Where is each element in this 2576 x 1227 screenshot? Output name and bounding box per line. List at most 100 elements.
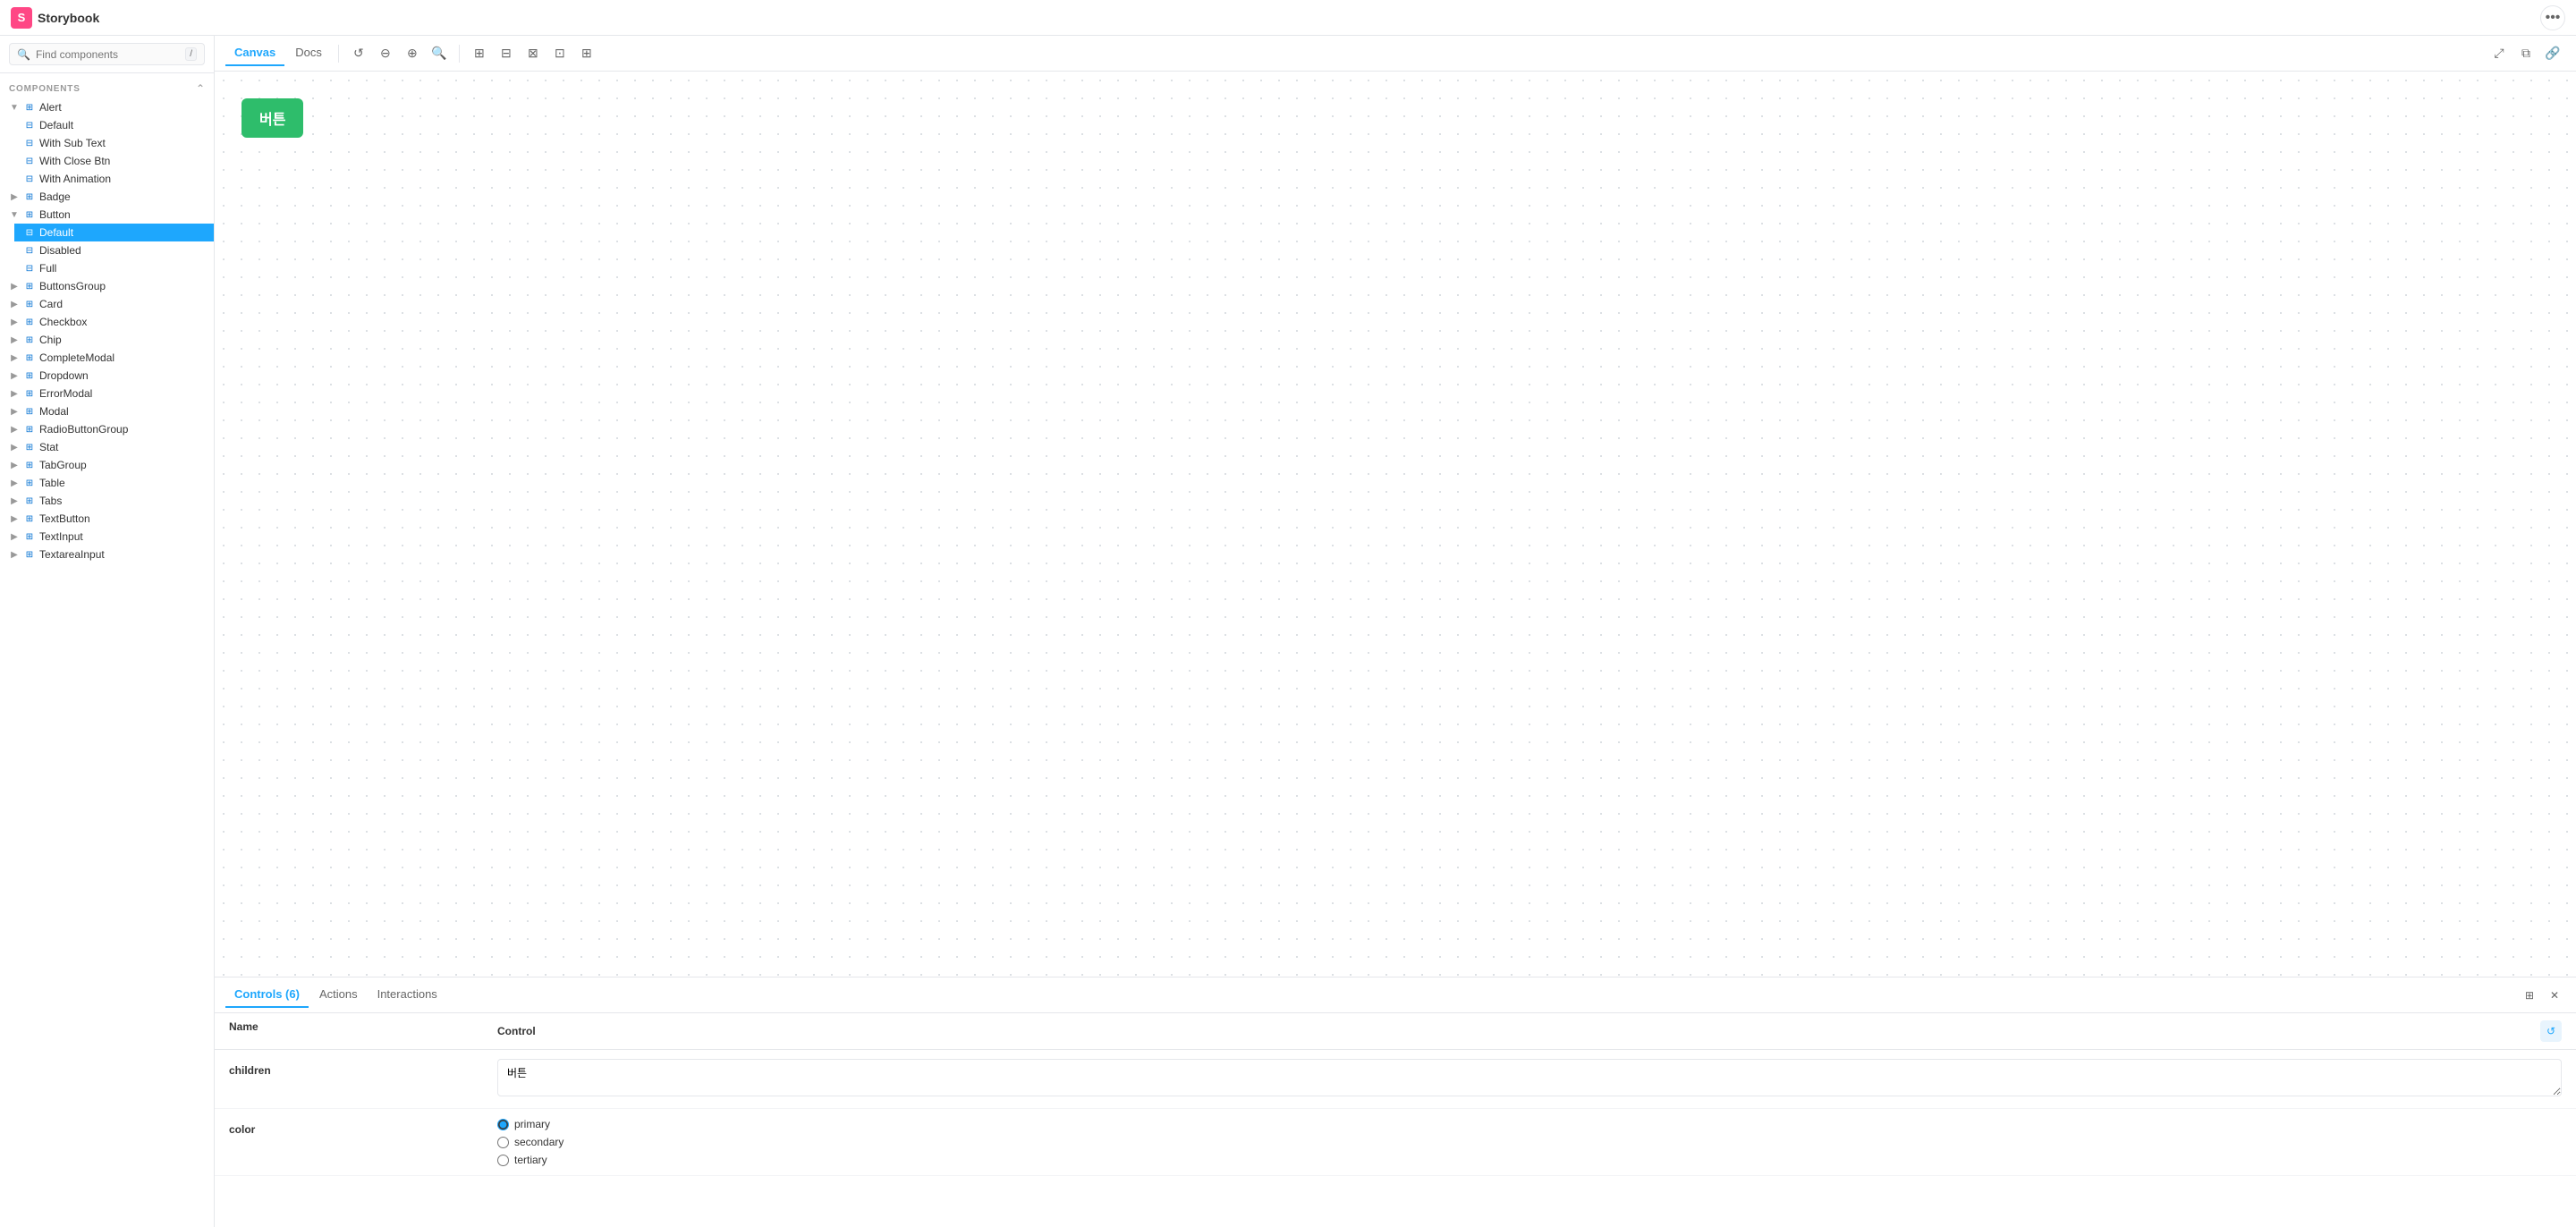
group-label-badge: Badge [39, 190, 71, 203]
story-icon: ⊟ [23, 121, 36, 131]
sidebar-item-button-default[interactable]: ⊟ Default [14, 224, 214, 241]
content-area: Canvas Docs ↺ ⊖ ⊕ 🔍 ⊞ ⊟ ⊠ ⊡ ⊞ ⤢ ⧉ 🔗 버튼 [215, 36, 2576, 1227]
group-label-dropdown: Dropdown [39, 369, 89, 382]
radio-input-tertiary[interactable] [497, 1155, 509, 1166]
table-icon-btn[interactable]: ⊠ [521, 41, 546, 66]
radio-input-secondary[interactable] [497, 1137, 509, 1148]
control-col-label: Control [497, 1025, 536, 1037]
item-label: Full [39, 262, 56, 275]
control-value-color: primary secondary tertiary [497, 1118, 2562, 1166]
group-label-textareainput: TextareaInput [39, 548, 105, 561]
group-header-button[interactable]: ▼ ⊞ Button [0, 206, 214, 224]
full-icon-btn[interactable]: ⊞ [574, 41, 599, 66]
sidebar-item-alert-subtext[interactable]: ⊟ With Sub Text [14, 134, 214, 152]
group-header-buttonsgroup[interactable]: ▶ ⊞ ButtonsGroup [0, 277, 214, 295]
controls-header: Name Control ↺ [215, 1013, 2576, 1050]
link-icon-btn[interactable]: 🔗 [2540, 41, 2565, 66]
expand-icon: ▶ [9, 478, 20, 488]
group-header-textinput[interactable]: ▶ ⊞ TextInput [0, 528, 214, 546]
component-icon: ⊞ [23, 335, 36, 345]
group-header-textareainput[interactable]: ▶ ⊞ TextareaInput [0, 546, 214, 563]
split-icon-btn[interactable]: ⊡ [547, 41, 572, 66]
sidebar-item-alert-animation[interactable]: ⊟ With Animation [14, 170, 214, 188]
sidebar-item-button-disabled[interactable]: ⊟ Disabled [14, 241, 214, 259]
tab-controls[interactable]: Controls (6) [225, 982, 309, 1008]
group-header-stat[interactable]: ▶ ⊞ Stat [0, 438, 214, 456]
preview-button[interactable]: 버튼 [242, 98, 303, 138]
group-header-modal[interactable]: ▶ ⊞ Modal [0, 402, 214, 420]
component-icon: ⊞ [23, 192, 36, 202]
grid-icon-btn[interactable]: ⊞ [467, 41, 492, 66]
reload-icon-btn[interactable]: ↺ [346, 41, 371, 66]
expand-icon: ▶ [9, 317, 20, 327]
top-bar: S Storybook ••• [0, 0, 2576, 36]
bottom-tab-right: ⊞ ✕ [2519, 985, 2565, 1006]
col-name-header: Name [229, 1020, 497, 1042]
radio-input-primary[interactable] [497, 1119, 509, 1130]
tab-canvas[interactable]: Canvas [225, 40, 284, 66]
group-header-chip[interactable]: ▶ ⊞ Chip [0, 331, 214, 349]
toolbar-separator [338, 45, 339, 63]
sidebar-item-alert-default[interactable]: ⊟ Default [14, 116, 214, 134]
group-header-textbutton[interactable]: ▶ ⊞ TextButton [0, 510, 214, 528]
zoom-out-icon-btn[interactable]: ⊖ [373, 41, 398, 66]
col-control-header: Control ↺ [497, 1020, 2562, 1042]
group-header-table[interactable]: ▶ ⊞ Table [0, 474, 214, 492]
group-header-card[interactable]: ▶ ⊞ Card [0, 295, 214, 313]
story-icon: ⊟ [23, 174, 36, 184]
radio-secondary[interactable]: secondary [497, 1136, 2562, 1148]
tab-actions[interactable]: Actions [310, 982, 367, 1008]
panel-close-icon-btn[interactable]: ✕ [2544, 985, 2565, 1006]
canvas-area: 버튼 [215, 72, 2576, 977]
group-header-alert[interactable]: ▼ ⊞ Alert [0, 98, 214, 116]
sidebar-item-button-full[interactable]: ⊟ Full [14, 259, 214, 277]
section-collapse-icon[interactable]: ⌃ [196, 82, 205, 95]
item-label: Default [39, 226, 73, 239]
panel-expand-icon-btn[interactable]: ⊞ [2519, 985, 2540, 1006]
expand-icon: ▶ [9, 353, 20, 363]
group-label-tabgroup: TabGroup [39, 459, 87, 471]
radio-label-primary: primary [514, 1118, 550, 1130]
group-header-completemodal[interactable]: ▶ ⊞ CompleteModal [0, 349, 214, 367]
layout-icon-btn[interactable]: ⊟ [494, 41, 519, 66]
expand-icon: ▶ [9, 461, 20, 470]
group-header-radiobuttongroup[interactable]: ▶ ⊞ RadioButtonGroup [0, 420, 214, 438]
sidebar-tree: COMPONENTS ⌃ ▼ ⊞ Alert ⊟ Default ⊟ [0, 73, 214, 1227]
expand-icon-btn[interactable]: ⤢ [2487, 41, 2512, 66]
story-icon: ⊟ [23, 139, 36, 148]
group-label-tabs: Tabs [39, 495, 62, 507]
control-row-children: children 버튼 [215, 1050, 2576, 1109]
toolbar-separator [459, 45, 460, 63]
expand-icon: ▶ [9, 550, 20, 560]
radio-tertiary[interactable]: tertiary [497, 1154, 2562, 1166]
group-header-checkbox[interactable]: ▶ ⊞ Checkbox [0, 313, 214, 331]
group-button: ▼ ⊞ Button ⊟ Default ⊟ Disabled ⊟ F [0, 206, 214, 277]
group-header-errormodal[interactable]: ▶ ⊞ ErrorModal [0, 385, 214, 402]
component-icon: ⊞ [23, 210, 36, 220]
app-name: Storybook [38, 11, 99, 25]
search-icon-btn[interactable]: 🔍 [427, 41, 452, 66]
group-header-tabgroup[interactable]: ▶ ⊞ TabGroup [0, 456, 214, 474]
search-input[interactable] [36, 48, 180, 61]
expand-icon: ▼ [9, 103, 20, 113]
control-name-children: children [229, 1059, 497, 1077]
tab-docs[interactable]: Docs [286, 40, 331, 66]
new-window-icon-btn[interactable]: ⧉ [2513, 41, 2538, 66]
children-input[interactable]: 버튼 [497, 1059, 2562, 1096]
reset-controls-btn[interactable]: ↺ [2540, 1020, 2562, 1042]
component-icon: ⊞ [23, 282, 36, 292]
zoom-in-icon-btn[interactable]: ⊕ [400, 41, 425, 66]
group-header-badge[interactable]: ▶ ⊞ Badge [0, 188, 214, 206]
item-label: With Animation [39, 173, 111, 185]
group-label-card: Card [39, 298, 63, 310]
group-label-stat: Stat [39, 441, 58, 453]
radio-primary[interactable]: primary [497, 1118, 2562, 1130]
section-label: COMPONENTS [9, 84, 80, 94]
component-icon: ⊞ [23, 300, 36, 309]
menu-button[interactable]: ••• [2540, 5, 2565, 30]
tab-interactions[interactable]: Interactions [369, 982, 446, 1008]
group-header-dropdown[interactable]: ▶ ⊞ Dropdown [0, 367, 214, 385]
component-icon: ⊞ [23, 496, 36, 506]
sidebar-item-alert-closebtn[interactable]: ⊟ With Close Btn [14, 152, 214, 170]
group-header-tabs[interactable]: ▶ ⊞ Tabs [0, 492, 214, 510]
